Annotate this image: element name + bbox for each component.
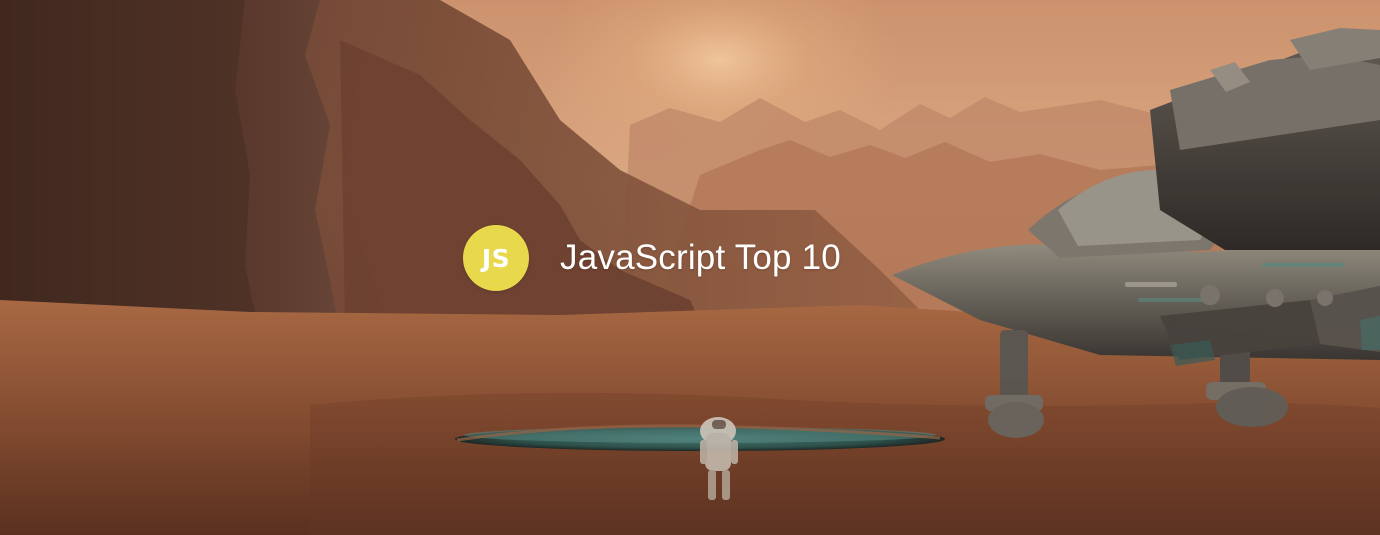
hero-banner: JS JavaScript Top 10	[0, 0, 1380, 535]
javascript-badge-icon: JS	[463, 225, 529, 291]
hero-title-lockup: JS JavaScript Top 10	[463, 225, 841, 291]
hero-title: JavaScript Top 10	[560, 238, 841, 277]
